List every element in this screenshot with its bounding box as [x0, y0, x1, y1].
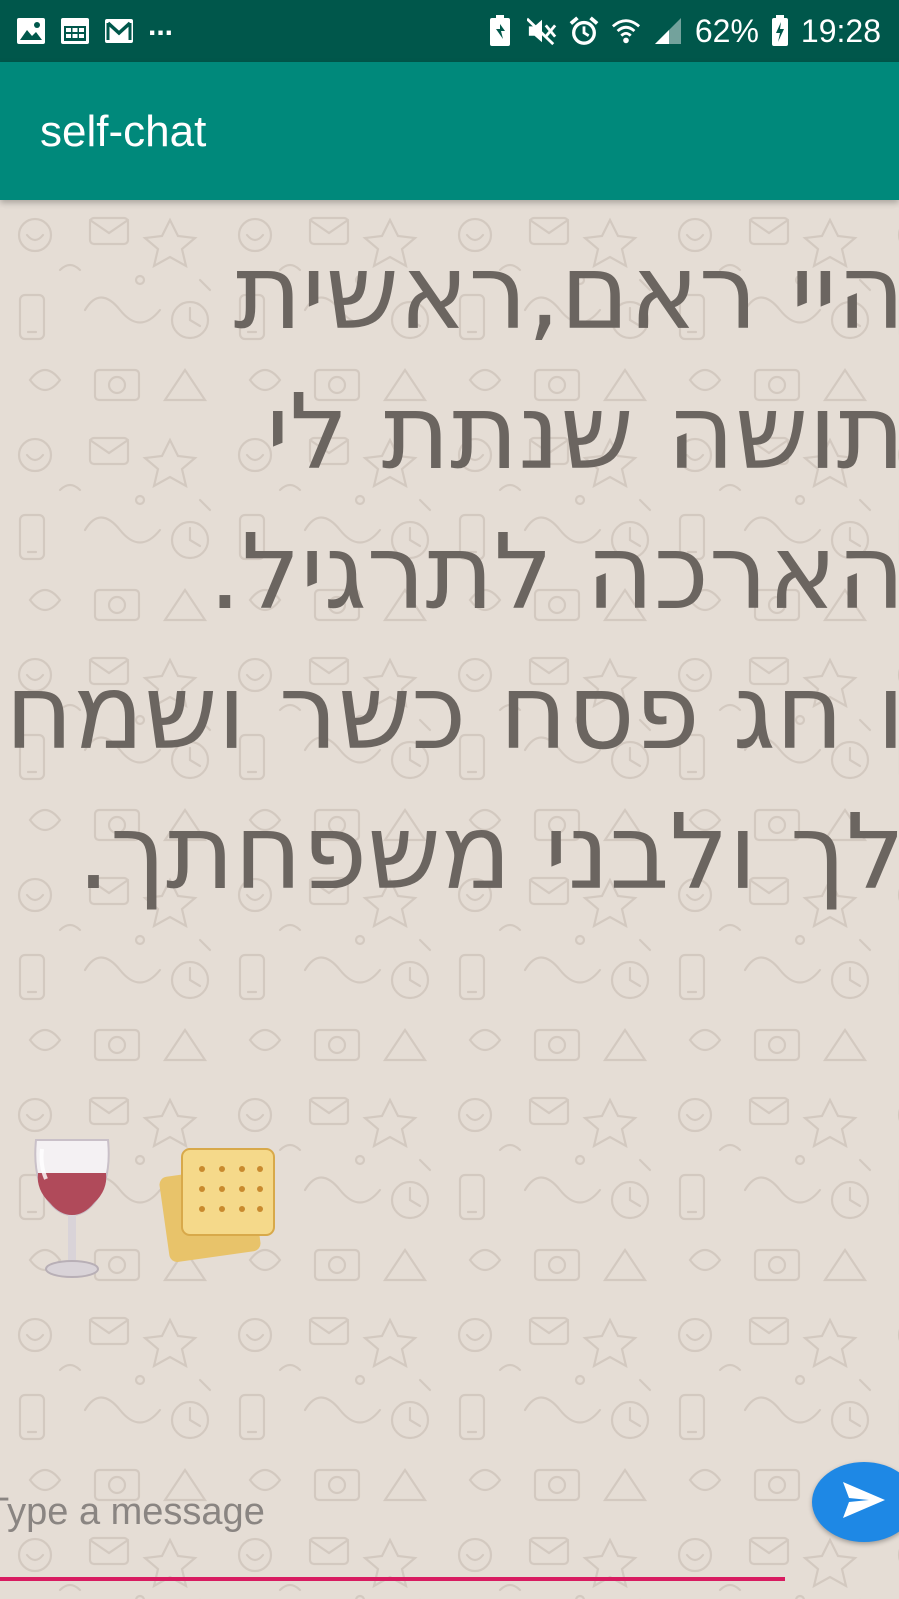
- image-icon: [16, 16, 46, 46]
- page-title: self-chat: [40, 107, 207, 156]
- battery-saver-icon: [485, 15, 515, 46]
- wifi-icon: [611, 16, 641, 46]
- calendar-icon: [60, 16, 90, 46]
- message-composer: [0, 1460, 785, 1585]
- send-icon: [841, 1480, 887, 1525]
- chat-screen: ... 62% 19:28 self-chat היי ראם,ראשית תו…: [0, 0, 899, 1599]
- chat-area[interactable]: היי ראם,ראשית תושה שנתת לי הארכה לתרגיל.…: [0, 200, 899, 1599]
- message-text: היי ראם,ראשית תושה שנתת לי הארכה לתרגיל.…: [5, 231, 899, 913]
- mute-icon: [526, 16, 557, 46]
- battery-percentage: 62%: [694, 13, 759, 49]
- status-bar-notifications: ...: [16, 9, 173, 48]
- input-underline: [0, 1577, 785, 1581]
- status-bar: ... 62% 19:28: [0, 0, 899, 62]
- message-emojis: [22, 1135, 322, 1285]
- alarm-icon: [569, 16, 599, 46]
- wine-glass-emoji: [34, 1139, 110, 1278]
- matzah-emoji: [159, 1148, 275, 1262]
- app-bar: self-chat: [0, 62, 899, 200]
- battery-charging-icon: [771, 15, 789, 46]
- more-notifications-indicator: ...: [148, 9, 174, 42]
- clock: 19:28: [800, 13, 881, 49]
- signal-icon: [653, 16, 683, 46]
- status-bar-system: 62% 19:28: [485, 10, 881, 52]
- message-input[interactable]: [0, 1482, 776, 1542]
- gmail-icon: [104, 16, 134, 46]
